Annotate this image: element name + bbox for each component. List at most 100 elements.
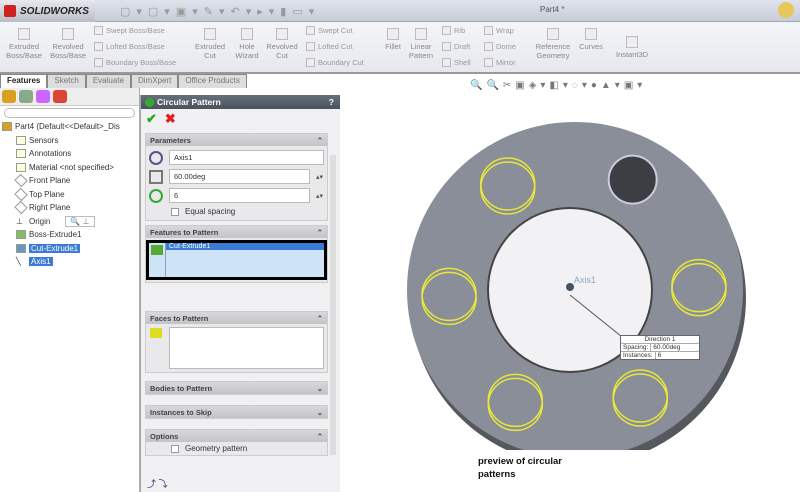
tree-item-top-plane[interactable]: Top Plane: [0, 187, 139, 202]
graphics-viewport[interactable]: [342, 90, 800, 450]
faces-list[interactable]: [169, 327, 324, 369]
revolve-icon: [62, 28, 74, 40]
features-selection-icon: [151, 245, 163, 255]
instances-to-skip-group[interactable]: Instances to Skip ⌄: [145, 405, 328, 419]
angle-field[interactable]: 60.00deg: [169, 169, 310, 184]
wrap-button[interactable]: Wrap: [484, 26, 514, 35]
title-bar: SOLIDWORKS ▢▾▢▾▣▾✎▾↶▾▸▾▮▭▾ Part4 *: [0, 0, 800, 22]
annotations-icon: [16, 149, 26, 159]
tree-filter-input[interactable]: [4, 108, 135, 118]
callout-instances-value[interactable]: 6: [654, 352, 699, 359]
part-icon: [2, 122, 12, 132]
dome-button[interactable]: Dome: [484, 42, 516, 51]
draft-button[interactable]: Draft: [442, 42, 470, 51]
circular-pattern-property-manager: Circular Pattern? ✔ ✖ Parameters ⌃ Axis1 6…: [140, 95, 340, 492]
direction-callout[interactable]: Direction 1 Spacing: 60.00deg Instances: 6: [620, 335, 700, 360]
expand-icon: ⌄: [316, 384, 323, 393]
command-tabs: Features Sketch Evaluate DimXpert Office…: [0, 74, 247, 88]
boundary-cut-button[interactable]: Boundary Cut: [306, 58, 364, 67]
pattern-axis-icon: [149, 150, 163, 165]
axis-label: Axis1: [574, 275, 597, 285]
swept-boss-button[interactable]: Swept Boss/Base: [94, 26, 165, 35]
pm-scrollbar[interactable]: [330, 155, 336, 455]
expand-icon: ⌄: [316, 408, 323, 417]
pm-header: Circular Pattern?: [141, 95, 340, 109]
triad-icon: ⤴ ⤵: [147, 479, 168, 489]
features-to-pattern-header[interactable]: Features to Pattern ⌃: [146, 226, 327, 238]
plane-icon: [14, 187, 28, 201]
shell-button[interactable]: Shell: [442, 58, 471, 67]
revolved-cut-button[interactable]: Revolved Cut: [264, 28, 300, 60]
display-manager-tab-icon[interactable]: [53, 90, 67, 103]
fillet-button[interactable]: Fillet: [380, 28, 406, 51]
tree-root-part[interactable]: Part4 (Default<<Default>_Dis: [0, 120, 139, 134]
pattern-axis-field[interactable]: Axis1: [169, 150, 324, 165]
quick-access-toolbar[interactable]: ▢▾▢▾▣▾✎▾↶▾▸▾▮▭▾: [120, 5, 320, 18]
axis-point-icon: [566, 283, 574, 291]
instant3d-button[interactable]: Instant3D: [610, 36, 654, 59]
context-toolbar[interactable]: 🔍 ⊥: [65, 215, 95, 227]
tree-item-cut-extrude[interactable]: Cut-Extrude1: [0, 242, 139, 256]
tree-item-sensors[interactable]: Sensors: [0, 134, 139, 148]
tree-item-boss-extrude[interactable]: Boss-Extrude1: [0, 228, 139, 242]
parameters-header[interactable]: Parameters ⌃: [146, 134, 327, 146]
hole-wizard-button[interactable]: Hole Wizard: [232, 28, 262, 60]
extruded-boss-button[interactable]: Extruded Boss/Base: [6, 28, 42, 60]
origin-icon: ⊥: [16, 216, 23, 226]
extruded-cut-button[interactable]: Extruded Cut: [192, 28, 228, 60]
manager-tabs: [0, 88, 139, 106]
sensors-icon: [16, 135, 26, 145]
geometry-pattern-checkbox[interactable]: [171, 444, 179, 453]
rib-button[interactable]: Rib: [442, 26, 465, 35]
swept-cut-button[interactable]: Swept Cut: [306, 26, 353, 35]
plane-icon: [14, 201, 28, 215]
instances-field[interactable]: 6: [169, 188, 310, 203]
options-header[interactable]: Options ⌃: [146, 430, 327, 442]
revolved-boss-button[interactable]: Revolved Boss/Base: [48, 28, 88, 60]
tree-item-right-plane[interactable]: Right Plane: [0, 201, 139, 215]
help-button[interactable]: ?: [329, 97, 334, 107]
help-icon[interactable]: [778, 2, 794, 18]
ok-button[interactable]: ✔: [146, 111, 157, 127]
features-to-pattern-group: Features to Pattern ⌃ Cut-Extrude1: [145, 225, 328, 283]
lofted-cut-button[interactable]: Lofted Cut: [306, 42, 353, 51]
circular-pattern-icon: [145, 97, 154, 107]
property-manager-tab-icon[interactable]: [19, 90, 33, 103]
boss-extrude-icon: [16, 230, 26, 240]
cancel-button[interactable]: ✖: [165, 111, 176, 127]
faces-to-pattern-header[interactable]: Faces to Pattern ⌃: [146, 312, 327, 324]
plane-icon: [14, 174, 28, 188]
window-title: Part4 *: [540, 5, 565, 14]
tree-item-annotations[interactable]: Annotations: [0, 147, 139, 161]
boundary-boss-button[interactable]: Boundary Boss/Base: [94, 58, 176, 67]
cut-extrude-icon: [16, 243, 26, 253]
tree-item-material[interactable]: Material <not specified>: [0, 161, 139, 175]
reference-geometry-button[interactable]: Reference Geometry: [532, 28, 574, 60]
instances-spinner[interactable]: ▴▾: [316, 192, 324, 200]
tab-office-products[interactable]: Office Products: [178, 74, 247, 88]
callout-spacing-value[interactable]: 60.00deg: [650, 344, 699, 351]
angle-spinner[interactable]: ▴▾: [316, 173, 324, 181]
extrude-icon: [18, 28, 30, 40]
linear-pattern-button[interactable]: Linear Pattern: [406, 28, 436, 60]
feature-manager-tab-icon[interactable]: [2, 90, 16, 103]
feature-list-item[interactable]: Cut-Extrude1: [166, 243, 324, 250]
solidworks-logo[interactable]: SOLIDWORKS: [0, 0, 95, 22]
configuration-manager-tab-icon[interactable]: [36, 90, 50, 103]
bodies-to-pattern-group[interactable]: Bodies to Pattern ⌄: [145, 381, 328, 395]
instances-icon: [149, 188, 163, 203]
original-cut-hole: [607, 154, 658, 205]
curves-button[interactable]: Curves: [576, 28, 606, 51]
parameters-group: Parameters ⌃ Axis1 60.00deg ▴▾ 6 ▴▾ Equal s…: [145, 133, 328, 221]
lofted-boss-button[interactable]: Lofted Boss/Base: [94, 42, 165, 51]
tree-item-axis[interactable]: ╲ Axis1: [0, 255, 139, 269]
tree-item-front-plane[interactable]: Front Plane: [0, 174, 139, 188]
tree-item-origin[interactable]: ⊥ Origin 🔍 ⊥: [0, 215, 139, 229]
equal-spacing-checkbox[interactable]: [171, 207, 179, 216]
tab-sketch[interactable]: Sketch: [47, 74, 86, 88]
features-list[interactable]: Cut-Extrude1: [146, 240, 327, 280]
tab-dimxpert[interactable]: DimXpert: [130, 74, 179, 88]
mirror-button[interactable]: Mirror: [484, 58, 516, 67]
tab-evaluate[interactable]: Evaluate: [85, 74, 131, 88]
tab-features[interactable]: Features: [0, 74, 48, 88]
